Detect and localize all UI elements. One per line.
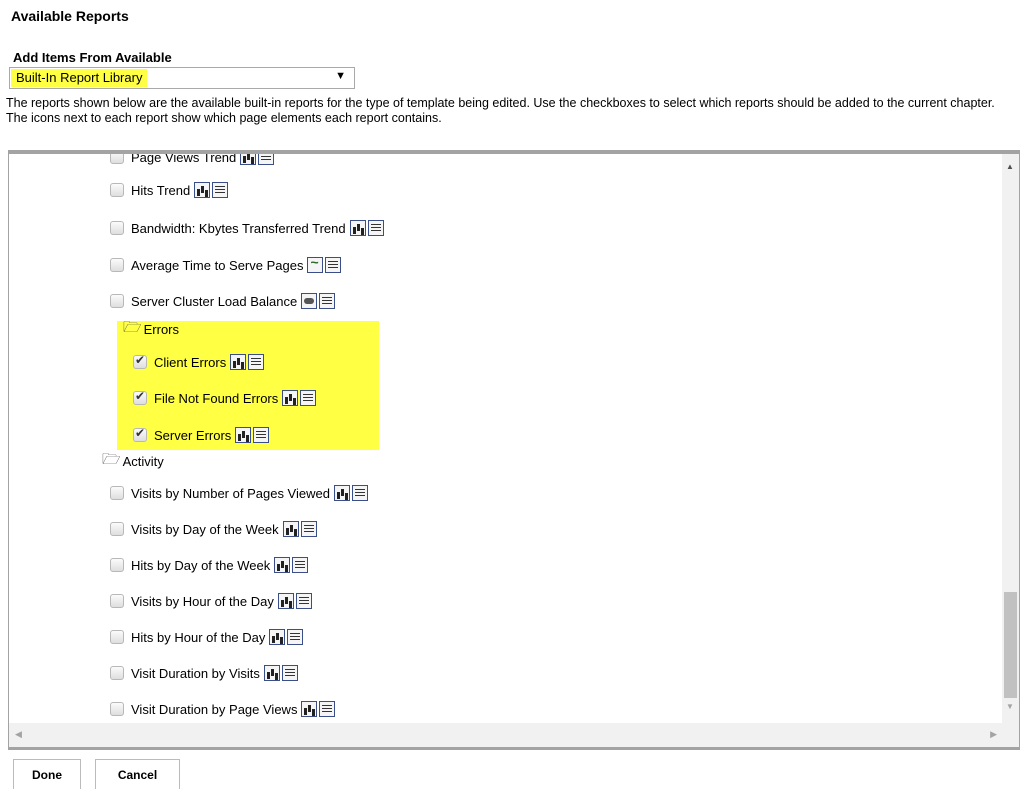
report-label: Server Errors bbox=[154, 427, 232, 443]
table-icon bbox=[248, 354, 265, 370]
report-label: Page Views Trend bbox=[131, 150, 237, 165]
vertical-scrollbar[interactable]: ▲ ▼ bbox=[1002, 154, 1019, 723]
tree-row[interactable]: Hits by Hour of the Day bbox=[110, 627, 304, 647]
report-label: File Not Found Errors bbox=[154, 390, 279, 406]
add-items-label: Add Items From Available bbox=[13, 50, 172, 65]
tree-row[interactable]: Visits by Number of Pages Viewed bbox=[110, 483, 368, 503]
report-checkbox[interactable] bbox=[110, 522, 124, 536]
scatter-chart-icon bbox=[307, 254, 324, 273]
table-icon bbox=[351, 485, 368, 501]
table-icon bbox=[367, 220, 384, 236]
bar-chart-icon bbox=[230, 354, 247, 370]
report-checkbox[interactable] bbox=[110, 294, 124, 308]
tree-row[interactable]: Visits by Hour of the Day bbox=[110, 591, 312, 611]
bar-chart-icon bbox=[301, 701, 318, 717]
select-value: Built-In Report Library bbox=[11, 69, 148, 87]
bar-chart-icon bbox=[277, 593, 294, 609]
horizontal-scrollbar[interactable]: ◀ ▶ bbox=[9, 723, 1019, 747]
report-checkbox[interactable] bbox=[110, 258, 124, 272]
tree-row[interactable]: Average Time to Serve Pages bbox=[110, 254, 342, 275]
table-icon bbox=[258, 154, 275, 165]
report-label: Visits by Number of Pages Viewed bbox=[131, 485, 330, 501]
tree-folder: 🗁 Activity bbox=[102, 451, 164, 471]
table-icon bbox=[319, 293, 336, 309]
report-label: Bandwidth: Kbytes Transferred Trend bbox=[131, 220, 346, 236]
folder-label: Activity bbox=[122, 453, 164, 469]
dropdown-arrow-icon[interactable]: ▼ bbox=[335, 70, 346, 82]
report-label: Hits by Day of the Week bbox=[131, 557, 271, 573]
report-label: Client Errors bbox=[154, 354, 227, 370]
table-icon bbox=[281, 665, 298, 681]
report-checkbox[interactable] bbox=[133, 353, 147, 369]
table-icon bbox=[212, 182, 229, 198]
report-label: Average Time to Serve Pages bbox=[131, 257, 304, 273]
tree-row[interactable]: Server Errors bbox=[133, 425, 270, 445]
report-checkbox[interactable] bbox=[110, 486, 124, 500]
table-icon bbox=[300, 521, 317, 537]
scroll-down-icon[interactable]: ▼ bbox=[1006, 702, 1014, 711]
report-label: Visit Duration by Page Views bbox=[131, 701, 298, 717]
scroll-right-icon[interactable]: ▶ bbox=[990, 729, 997, 740]
instructions-text: The reports shown below are the availabl… bbox=[6, 96, 995, 125]
bar-chart-icon bbox=[269, 629, 286, 645]
tree-row[interactable]: Hits by Day of the Week bbox=[110, 555, 309, 575]
report-checkbox[interactable] bbox=[110, 558, 124, 572]
report-checkbox[interactable] bbox=[133, 426, 147, 442]
bar-chart-icon bbox=[263, 665, 280, 681]
report-checkbox[interactable] bbox=[110, 630, 124, 644]
tree-row[interactable]: Client Errors bbox=[133, 352, 265, 372]
report-checkbox[interactable] bbox=[110, 183, 124, 197]
scroll-thumb[interactable] bbox=[1004, 592, 1017, 698]
report-checkbox[interactable] bbox=[110, 702, 124, 716]
report-label: Hits Trend bbox=[131, 182, 191, 198]
report-label: Visits by Hour of the Day bbox=[131, 593, 274, 609]
tree-row[interactable]: Server Cluster Load Balance bbox=[110, 291, 336, 311]
scroll-up-icon[interactable]: ▲ bbox=[1006, 162, 1014, 171]
bar-chart-icon bbox=[240, 154, 257, 165]
folder-label: Errors bbox=[143, 321, 179, 337]
scroll-left-icon[interactable]: ◀ bbox=[15, 729, 22, 740]
open-folder-icon: 🗁 bbox=[102, 450, 121, 468]
report-label: Server Cluster Load Balance bbox=[131, 293, 298, 309]
cancel-button[interactable]: Cancel bbox=[95, 759, 180, 789]
tree-row[interactable]: Visit Duration by Page Views bbox=[110, 699, 336, 719]
bar-chart-icon bbox=[282, 521, 299, 537]
open-folder-icon: 🗁 bbox=[123, 318, 142, 336]
bar-chart-icon bbox=[349, 220, 366, 236]
tree-row[interactable]: Hits Trend bbox=[110, 180, 229, 200]
bar-chart-icon bbox=[235, 427, 252, 443]
tree-folder: 🗁 Errors bbox=[123, 319, 179, 339]
report-checkbox[interactable] bbox=[110, 221, 124, 235]
report-checkbox[interactable] bbox=[133, 389, 147, 405]
report-label: Visit Duration by Visits bbox=[131, 665, 260, 681]
tree-row[interactable]: Bandwidth: Kbytes Transferred Trend bbox=[110, 218, 384, 238]
tree-row[interactable]: Visit Duration by Visits bbox=[110, 663, 298, 683]
bar-chart-icon bbox=[282, 390, 299, 406]
cluster-icon bbox=[301, 293, 318, 309]
report-library-select[interactable]: Built-In Report Library ▼ bbox=[9, 67, 355, 89]
table-icon bbox=[253, 427, 270, 443]
report-checkbox[interactable] bbox=[110, 154, 124, 164]
table-icon bbox=[292, 557, 309, 573]
bar-chart-icon bbox=[333, 485, 350, 501]
report-label: Visits by Day of the Week bbox=[131, 521, 279, 537]
table-icon bbox=[319, 701, 336, 717]
report-label: Hits by Hour of the Day bbox=[131, 629, 266, 645]
tree-row[interactable]: Page Views Trend bbox=[110, 150, 275, 167]
report-checkbox[interactable] bbox=[110, 594, 124, 608]
done-button[interactable]: Done bbox=[13, 759, 81, 789]
bar-chart-icon bbox=[274, 557, 291, 573]
page-title: Available Reports bbox=[11, 8, 129, 24]
table-icon bbox=[300, 390, 317, 406]
tree-row[interactable]: File Not Found Errors bbox=[133, 388, 317, 408]
table-icon bbox=[287, 629, 304, 645]
table-icon bbox=[295, 593, 312, 609]
tree-row[interactable]: Visits by Day of the Week bbox=[110, 519, 317, 539]
report-tree[interactable]: Page Views Trend Hits Trend Bandwidth: Kby… bbox=[8, 150, 1020, 750]
table-icon bbox=[325, 257, 342, 273]
report-checkbox[interactable] bbox=[110, 666, 124, 680]
bar-chart-icon bbox=[194, 182, 211, 198]
